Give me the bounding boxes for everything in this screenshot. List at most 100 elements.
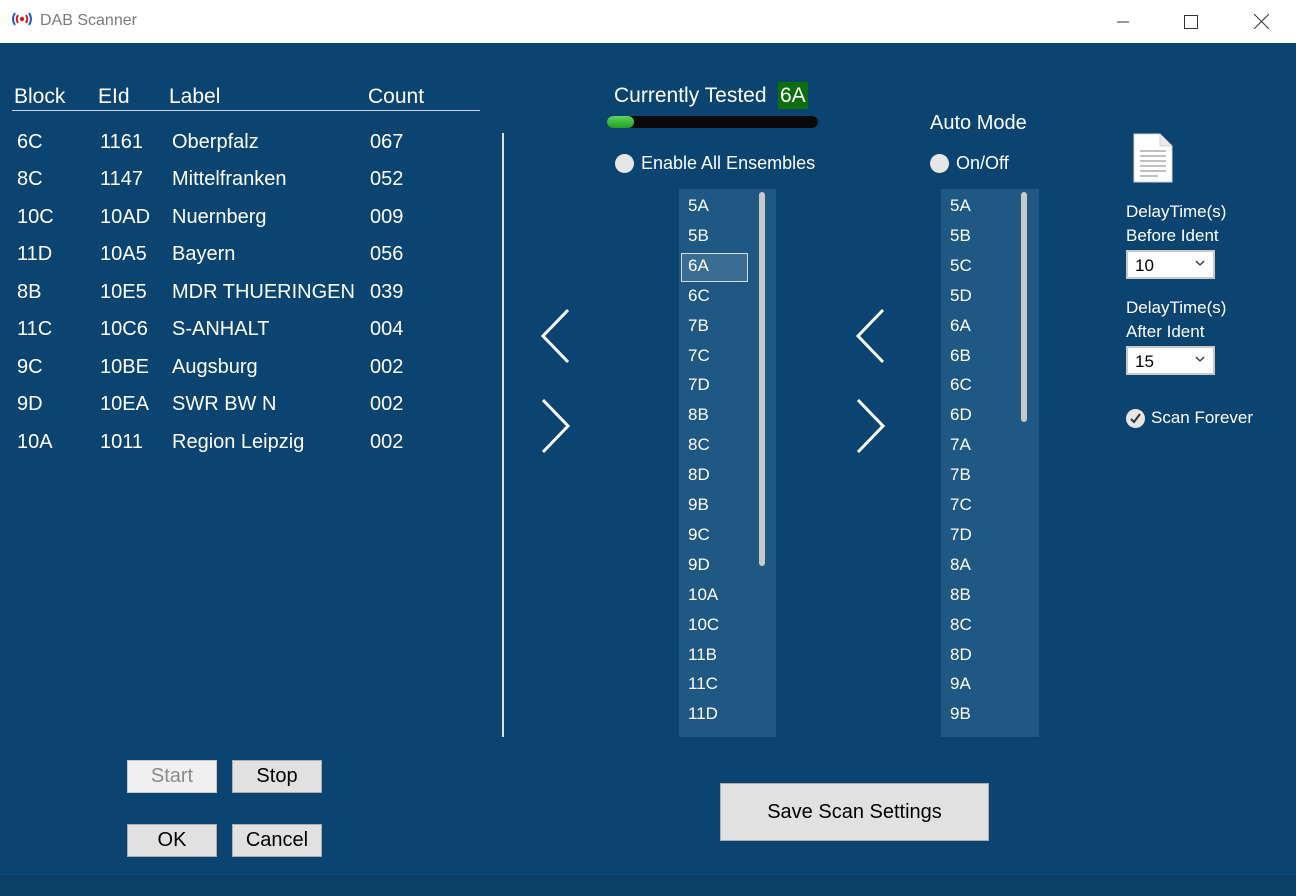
list-item[interactable]: 7C [688, 346, 710, 366]
list-item[interactable]: 6A [950, 316, 971, 336]
cell-eid: 10A5 [100, 243, 147, 265]
start-button[interactable]: Start [127, 760, 217, 793]
list-item[interactable]: 6B [950, 346, 971, 366]
list-item[interactable]: 9B [688, 495, 709, 515]
list-item[interactable]: 5A [688, 196, 709, 216]
delay-after-value: 15 [1135, 352, 1154, 371]
ok-button[interactable]: OK [127, 824, 217, 857]
close-icon [1253, 14, 1269, 29]
enable-all-ensembles-label: Enable All Ensembles [641, 153, 816, 173]
minimize-icon [1117, 21, 1129, 22]
list-item[interactable]: 6A [688, 256, 709, 276]
delay-after-label-line1: DelayTime(s) [1126, 298, 1227, 317]
save-scan-settings-button[interactable]: Save Scan Settings [720, 783, 989, 841]
column-header-count: Count [368, 85, 425, 108]
cell-count: 067 [370, 131, 404, 153]
cell-eid: 10BE [100, 356, 149, 378]
list-item[interactable]: 9D [688, 555, 710, 575]
list-item[interactable]: 5A [950, 196, 971, 216]
delay-before-value: 10 [1135, 256, 1154, 275]
cell-count: 009 [370, 206, 404, 228]
list-item[interactable]: 6D [950, 405, 972, 425]
window-title: DAB Scanner [40, 12, 137, 29]
cell-label: Nuernberg [172, 206, 267, 228]
stop-button[interactable]: Stop [232, 760, 322, 793]
cell-label: Oberpfalz [172, 131, 259, 153]
cell-count: 002 [370, 356, 404, 378]
list-item[interactable]: 7A [950, 435, 971, 455]
cell-block: 6C [17, 131, 43, 153]
list-item[interactable]: 8C [688, 435, 710, 455]
cell-eid: 1147 [100, 168, 144, 190]
cell-block: 9C [17, 356, 43, 378]
cell-block: 8B [17, 281, 42, 303]
list-item[interactable]: 7B [950, 465, 971, 485]
cell-count: 002 [370, 431, 404, 453]
document-icon[interactable] [1132, 133, 1174, 183]
cell-eid: 10AD [100, 206, 151, 228]
list-item[interactable]: 8D [688, 465, 710, 485]
cell-block: 11D [17, 243, 53, 265]
list-item[interactable]: 10A [688, 585, 718, 605]
column-header-block: Block [14, 85, 66, 108]
list-item[interactable]: 9C [688, 525, 710, 545]
list-item[interactable]: 5C [950, 256, 972, 276]
auto-mode-channel-list[interactable]: 5A 5B 5C 5D 6A 6B 6C 6D 7A 7B 7C 7D 8A 8B 8C 8D 9A 9B [941, 189, 1039, 737]
cell-label: SWR BW N [172, 393, 277, 415]
title-bar: DAB Scanner [0, 0, 1296, 43]
list-item[interactable]: 8D [950, 645, 972, 665]
delay-after-select[interactable]: 15 [1126, 346, 1215, 375]
radio-signal-icon [12, 12, 32, 26]
list-item[interactable]: 7D [950, 525, 972, 545]
list-item[interactable]: 7C [950, 495, 972, 515]
list-item[interactable]: 6C [950, 375, 972, 395]
list-item[interactable]: 8C [950, 615, 972, 635]
cancel-button[interactable]: Cancel [232, 824, 322, 857]
scrollbar-thumb[interactable] [1021, 192, 1027, 422]
chevron-left-icon[interactable] [855, 308, 887, 364]
list-item[interactable]: 7B [688, 316, 709, 336]
list-item[interactable]: 11D [688, 704, 718, 724]
ensemble-channel-list[interactable]: 5A 5B 6A 6C 7B 7C 7D 8B 8C 8D 9B 9C 9D 10A 10C 11B 11C 11… [679, 189, 776, 737]
chevron-right-icon[interactable] [540, 398, 572, 454]
list-item[interactable]: 7D [688, 375, 710, 395]
cell-eid: 1011 [100, 431, 144, 453]
minimize-button[interactable] [1088, 0, 1158, 43]
cell-eid: 1161 [100, 131, 144, 153]
auto-mode-toggle[interactable]: On/Off [930, 153, 1009, 174]
close-button[interactable] [1226, 0, 1296, 43]
enable-all-ensembles-radio[interactable]: Enable All Ensembles [615, 153, 815, 174]
list-item[interactable]: 6C [688, 286, 710, 306]
list-item[interactable]: 9A [950, 674, 971, 694]
delay-before-select[interactable]: 10 [1126, 250, 1215, 279]
list-item[interactable]: 11B [688, 645, 717, 665]
list-item[interactable]: 5B [688, 226, 709, 246]
cell-label: MDR THUERINGEN [172, 281, 355, 303]
cell-label: Region Leipzig [172, 431, 305, 453]
cell-label: Mittelfranken [172, 168, 287, 190]
delay-after-label-line2: After Ident [1126, 322, 1205, 341]
list-item[interactable]: 5B [950, 226, 971, 246]
chevron-down-icon [1195, 260, 1205, 266]
chevron-right-icon[interactable] [855, 398, 887, 454]
currently-tested-label: Currently Tested [614, 84, 767, 107]
list-item[interactable]: 9B [950, 704, 971, 724]
list-item[interactable]: 5D [950, 286, 972, 306]
list-item[interactable]: 10C [688, 615, 719, 635]
cell-block: 11C [17, 318, 53, 340]
chevron-left-icon[interactable] [540, 308, 572, 364]
cell-label: Augsburg [172, 356, 258, 378]
list-item[interactable]: 11C [688, 674, 718, 694]
list-item[interactable]: 8B [688, 405, 709, 425]
scan-forever-checkbox[interactable]: Scan Forever [1126, 408, 1253, 428]
cell-count: 056 [370, 243, 404, 265]
maximize-button[interactable] [1156, 0, 1226, 43]
list-item[interactable]: 8B [950, 585, 971, 605]
scrollbar-thumb[interactable] [759, 192, 765, 566]
currently-tested-value: 6A [778, 82, 808, 109]
cell-count: 039 [370, 281, 404, 303]
list-item[interactable]: 8A [950, 555, 971, 575]
scan-progress-bar [607, 116, 818, 128]
delay-before-label-line2: Before Ident [1126, 226, 1219, 245]
column-header-eid: EId [98, 85, 130, 108]
